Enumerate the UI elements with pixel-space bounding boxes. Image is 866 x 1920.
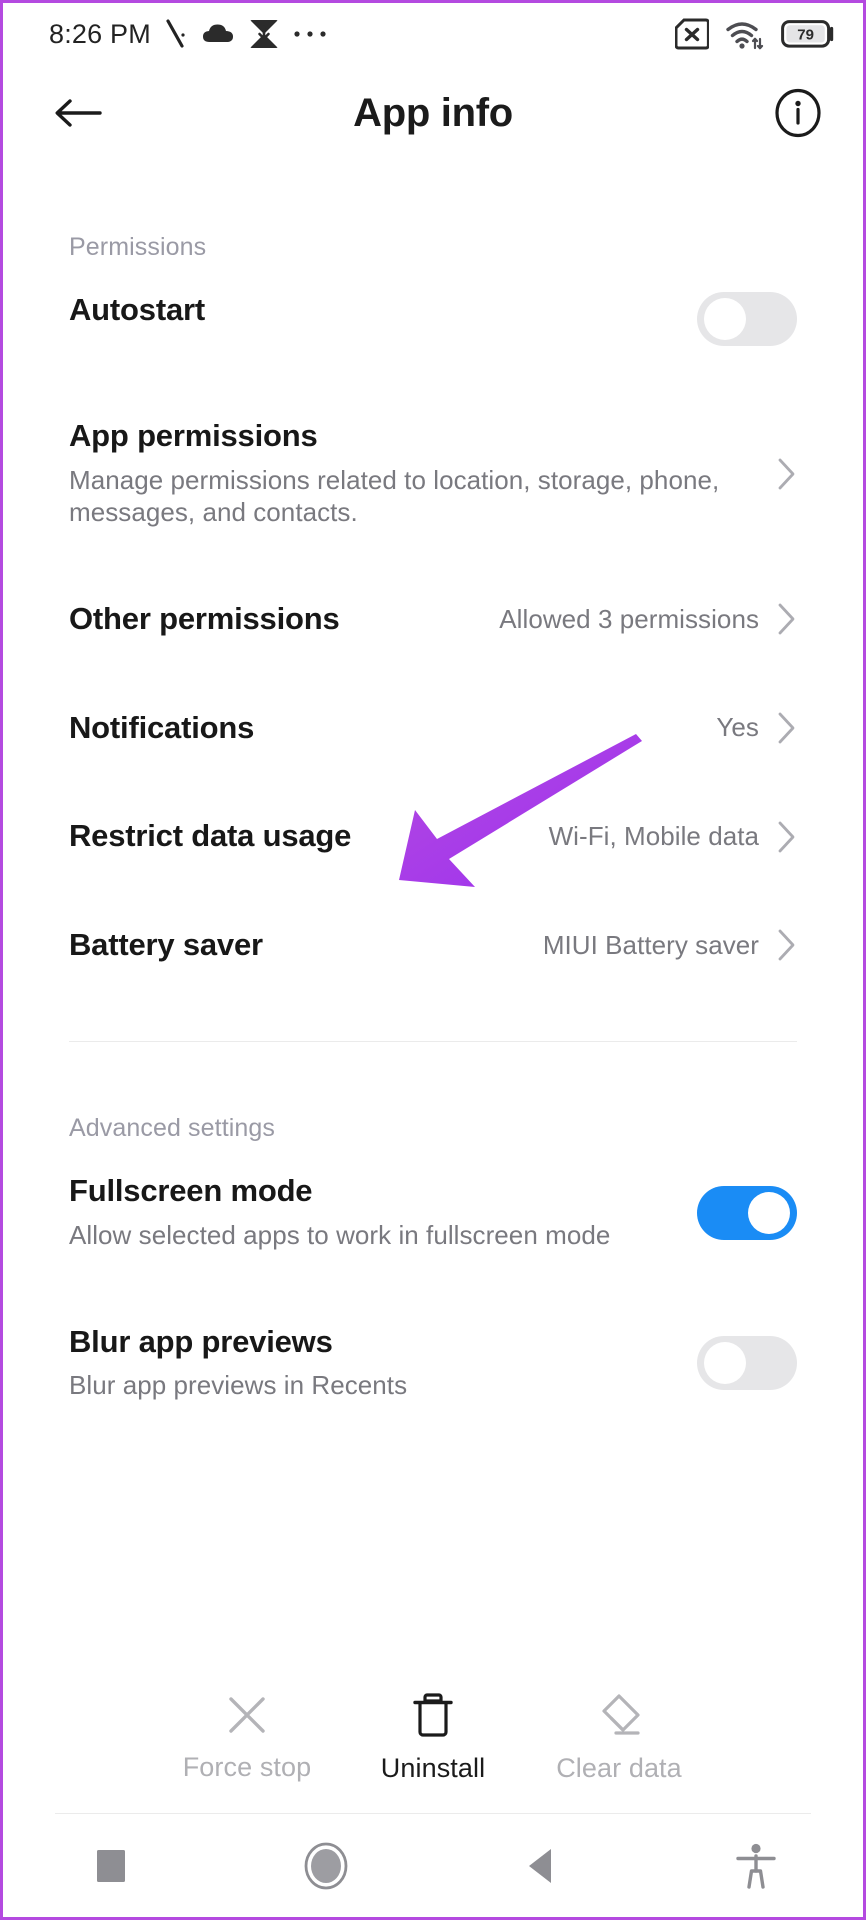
row-title: Notifications (69, 709, 255, 745)
download-icon (249, 20, 278, 48)
row-text-block: Blur app previews Blur app previews in R… (69, 1324, 697, 1402)
setting-row-app-permissions[interactable]: App permissions Manage permissions relat… (69, 396, 797, 551)
autostart-toggle[interactable] (697, 292, 797, 346)
status-bar-left: 8:26 PM (49, 19, 327, 50)
recents-button[interactable] (3, 1815, 218, 1917)
sim-card-missing-icon (675, 18, 709, 50)
chevron-right-icon (777, 820, 797, 854)
setting-row-restrict-data-usage[interactable]: Restrict data usage Wi-Fi, Mobile data (69, 796, 797, 877)
page-title: App info (353, 90, 513, 135)
bottom-bar-divider (55, 1813, 811, 1814)
toggle-knob (704, 298, 746, 340)
setting-row-blur-app-previews[interactable]: Blur app previews Blur app previews in R… (69, 1302, 797, 1424)
back-arrow-icon (55, 99, 102, 127)
uninstall-button[interactable]: Uninstall (340, 1691, 526, 1784)
clear-data-label: Clear data (556, 1752, 682, 1783)
wifi-icon (726, 22, 764, 50)
status-bar-clock: 8:26 PM (49, 18, 151, 49)
cloud-icon (202, 24, 233, 42)
accessibility-button[interactable] (648, 1815, 863, 1917)
section-label-advanced-settings: Advanced settings (69, 1114, 275, 1143)
row-text-block: Fullscreen mode Allow selected apps to w… (69, 1173, 697, 1251)
row-text-block: Restrict data usage (69, 818, 549, 855)
setting-row-battery-saver[interactable]: Battery saver MIUI Battery saver (69, 905, 797, 986)
row-title: Fullscreen mode (69, 1173, 313, 1209)
back-nav-button[interactable] (433, 1815, 648, 1917)
home-circle-icon (304, 1842, 347, 1890)
row-value: MIUI Battery saver (542, 929, 759, 960)
back-button[interactable] (49, 84, 107, 142)
fullscreen-mode-toggle[interactable] (697, 1185, 797, 1240)
uninstall-label: Uninstall (380, 1752, 486, 1783)
app-info-button[interactable] (771, 86, 825, 140)
row-title: Battery saver (69, 926, 263, 962)
section-label-permissions: Permissions (69, 233, 207, 261)
row-title: Other permissions (69, 601, 340, 637)
row-title (69, 1474, 783, 1511)
toggle-knob (704, 1341, 746, 1384)
setting-row-notifications[interactable]: Notifications Yes (69, 688, 797, 769)
status-bar-right: 79 (675, 18, 835, 50)
setting-row-autostart[interactable]: Autostart (69, 270, 797, 368)
home-button[interactable] (218, 1815, 433, 1917)
row-title: App permissions (69, 418, 318, 453)
info-circle-icon (775, 88, 821, 138)
row-text-block (69, 1474, 797, 1511)
chevron-right-icon (777, 602, 797, 636)
trash-icon (413, 1692, 453, 1737)
row-value: Yes (716, 712, 759, 743)
row-text-block: Battery saver (69, 927, 543, 964)
close-x-icon (229, 1696, 265, 1733)
row-text-block: Autostart (69, 292, 697, 329)
recents-square-icon (96, 1850, 125, 1882)
phone-screen: 8:26 PM 79 App info Permissions Autostar… (0, 0, 866, 1920)
chevron-right-icon (777, 457, 797, 491)
setting-row-other-permissions[interactable]: Other permissions Allowed 3 permissions (69, 579, 797, 660)
row-title: Blur app previews (69, 1323, 333, 1359)
more-notifications-icon (294, 31, 326, 37)
navigation-bar (3, 1815, 863, 1917)
battery-icon: 79 (781, 20, 834, 48)
force-stop-button[interactable]: Force stop (154, 1692, 340, 1783)
toggle-knob (748, 1191, 790, 1234)
row-title: Autostart (69, 292, 205, 327)
row-text-block: Notifications (69, 710, 716, 747)
row-title: Restrict data usage (69, 818, 352, 854)
accessibility-icon (735, 1843, 776, 1889)
eraser-icon (602, 1693, 640, 1735)
row-text-block: App permissions Manage permissions relat… (69, 418, 765, 529)
battery-level-text: 79 (797, 26, 814, 43)
bottom-action-bar: Force stop Uninstall Clear data (3, 1662, 863, 1812)
app-bar: App info (3, 65, 863, 161)
force-stop-label: Force stop (182, 1751, 312, 1782)
content-fade-overlay (3, 1622, 863, 1662)
row-description: Blur app previews in Recents (69, 1370, 408, 1401)
clear-data-button[interactable]: Clear data (526, 1691, 712, 1784)
row-text-block: Other permissions (69, 601, 499, 638)
status-bar: 8:26 PM 79 (3, 3, 863, 65)
settings-content: Permissions Autostart App permissions Ma… (3, 161, 863, 1533)
chevron-right-icon (777, 711, 797, 745)
row-description: Allow selected apps to work in fullscree… (69, 1219, 611, 1250)
back-triangle-icon (528, 1849, 551, 1883)
row-description: Manage permissions related to location, … (69, 464, 720, 528)
chevron-right-icon (777, 928, 797, 962)
silent-mode-icon (166, 19, 185, 48)
row-value: Allowed 3 permissions (499, 603, 759, 634)
setting-row-partially-visible[interactable] (69, 1452, 797, 1533)
row-value: Wi-Fi, Mobile data (548, 821, 759, 852)
blur-app-previews-toggle[interactable] (697, 1335, 797, 1390)
setting-row-fullscreen-mode[interactable]: Fullscreen mode Allow selected apps to w… (69, 1151, 797, 1273)
